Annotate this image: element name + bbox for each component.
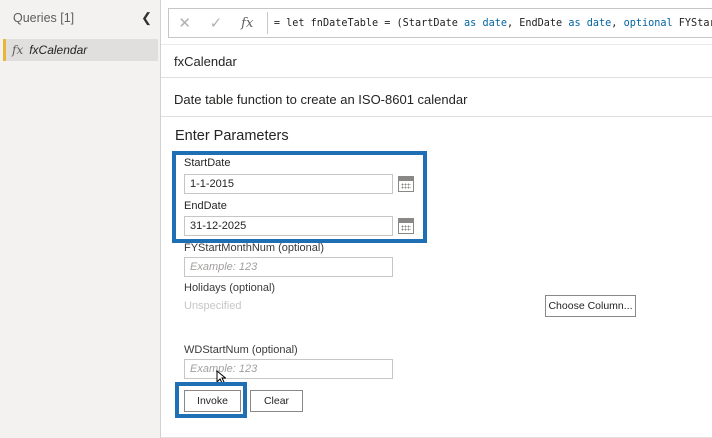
fy-start-input[interactable] [184,257,393,277]
calendar-icon[interactable] [398,218,414,234]
parameters-heading: Enter Parameters [175,128,289,144]
formula-bar: ✕ ✓ fx = let fnDateTable = (StartDate as… [168,8,712,38]
clear-button[interactable]: Clear [250,390,303,412]
formula-divider [266,12,268,34]
formula-token: = let fnDateTable = (StartDate [273,17,465,29]
query-label: fxCalendar [29,43,88,57]
function-name: fxCalendar [174,53,237,69]
formula-keyword: as [464,17,477,29]
function-name-row: fxCalendar [161,44,712,78]
formula-keyword: date [586,17,612,29]
queries-title: Queries [1] [13,11,75,25]
parameters-panel: Enter Parameters StartDate EndDate FYSta… [161,118,712,438]
formula-keyword: optional [623,17,673,29]
formula-token: FYStart [678,17,712,29]
formula-input[interactable]: = let fnDateTable = (StartDate as date, … [274,18,712,29]
formula-keyword: date [482,17,507,29]
query-item-fxcalendar[interactable]: fx fxCalendar [3,39,158,61]
check-icon[interactable]: ✓ [200,14,231,32]
fx-icon[interactable]: fx [232,16,263,31]
choose-column-button[interactable]: Choose Column... [545,295,636,317]
invoke-button[interactable]: Invoke [184,390,241,412]
fy-start-label: FYStartMonthNum (optional) [184,242,324,254]
end-date-label: EndDate [184,200,227,212]
end-date-input[interactable] [184,216,393,236]
mouse-cursor-icon [216,370,226,384]
formula-keyword: as [568,17,581,29]
main-area: ✕ ✓ fx = let fnDateTable = (StartDate as… [161,0,712,438]
wd-start-label: WDStartNum (optional) [184,344,298,356]
fx-icon: fx [12,43,24,57]
start-date-input[interactable] [184,174,393,194]
chevron-left-icon[interactable]: ❮ [141,10,152,26]
calendar-icon[interactable] [398,176,414,192]
queries-header: Queries [1] ❮ [0,0,160,36]
formula-token: , [611,17,624,29]
cancel-icon[interactable]: ✕ [169,14,200,32]
function-description: Date table function to create an ISO-860… [174,91,468,107]
start-date-label: StartDate [184,157,231,169]
function-description-row: Date table function to create an ISO-860… [161,82,712,117]
formula-token: , EndDate [506,17,569,29]
holidays-label: Holidays (optional) [184,282,276,294]
queries-pane: Queries [1] ❮ fx fxCalendar [0,0,161,438]
holidays-value: Unspecified [184,300,242,312]
